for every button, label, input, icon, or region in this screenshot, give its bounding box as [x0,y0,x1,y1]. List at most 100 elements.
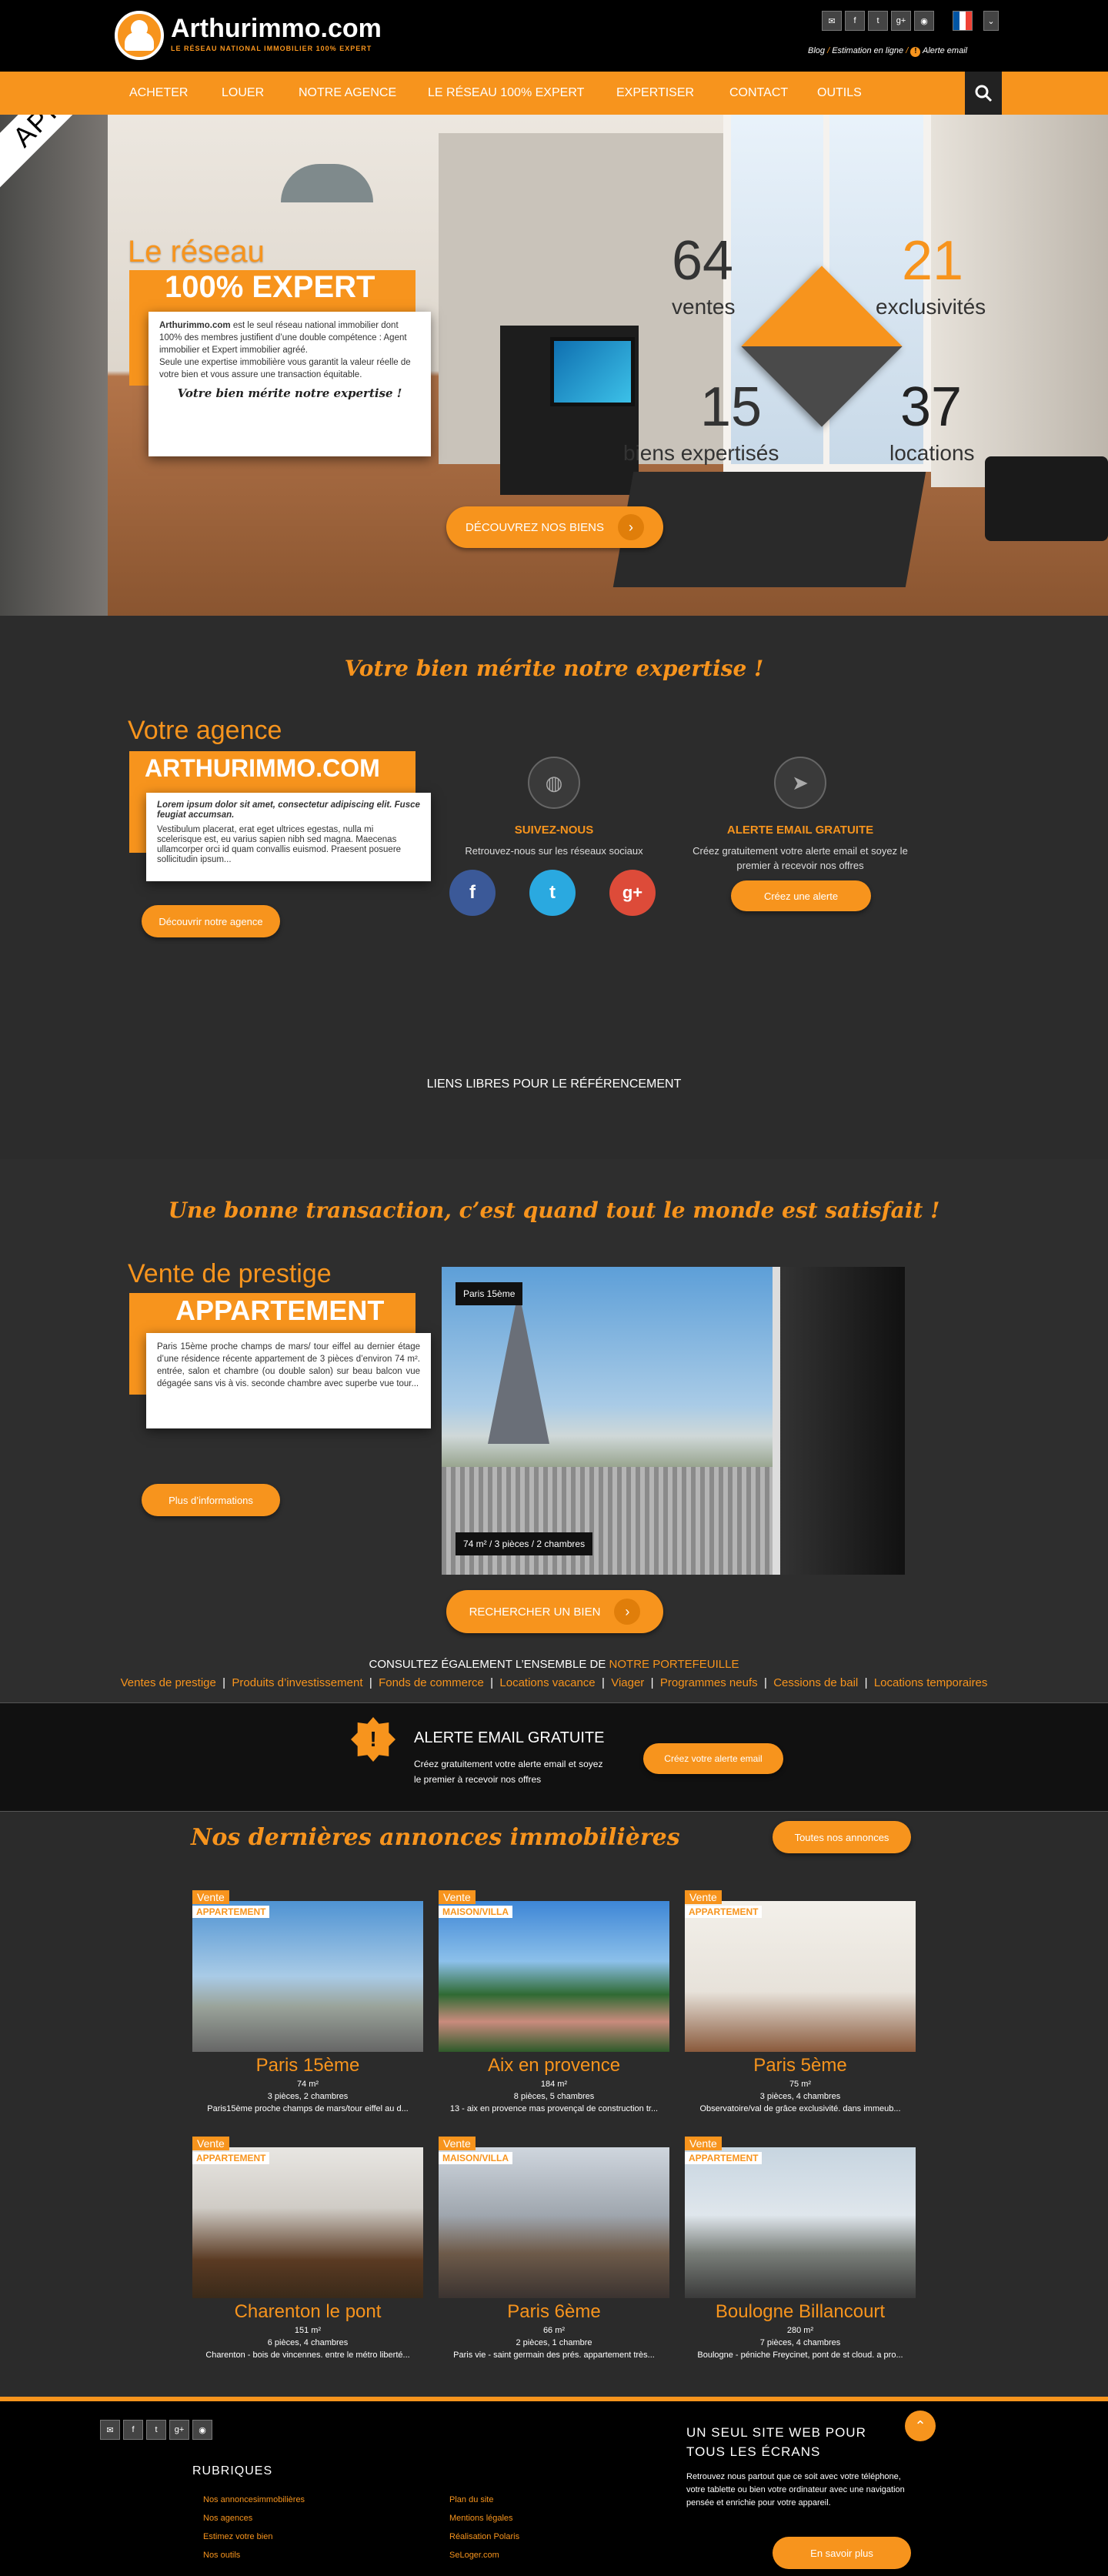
hero-tv-screen [550,337,635,406]
stat-ventes-label: ventes [672,295,736,319]
listing-vente-badge: Vente [439,2137,476,2150]
googleplus-icon[interactable]: g+ [891,11,911,31]
portfolio-link[interactable]: NOTRE PORTEFEUILLE [609,1658,739,1671]
link-ventes-prestige[interactable]: Ventes de prestige [121,1676,216,1689]
email-icon[interactable]: ✉ [822,11,842,31]
logo-text[interactable]: Arthurimmo.com [171,14,382,44]
nav-item-louer[interactable]: LOUER [222,86,264,100]
link-fonds-commerce[interactable]: Fonds de commerce [379,1676,484,1689]
listing-description: 13 - aix en provence mas provençal de co… [449,2104,659,2113]
photo-caption: 74 m² / 3 pièces / 2 chambres [456,1532,593,1555]
listing-city[interactable]: Paris 5ème [685,2055,916,2077]
listing-rooms: 8 pièces, 5 chambres [513,2092,595,2101]
listing-photo[interactable] [192,2147,423,2298]
footer-link-plan[interactable]: Plan du site [449,2491,519,2509]
link-produits-investissement[interactable]: Produits d’investissement [232,1676,362,1689]
window-frame [773,1267,905,1575]
link-locations-vacance[interactable]: Locations vacance [499,1676,595,1689]
nav-item-acheter[interactable]: ACHETER [129,86,188,100]
rss-icon[interactable]: ◉ [192,2420,212,2440]
rss-icon[interactable]: ◉ [914,11,934,31]
agency-tagline: Votre bien mérite notre expertise ! [344,656,764,681]
prestige-text-card: Paris 15ème proche champs de mars/ tour … [146,1333,431,1428]
search-icon[interactable] [965,72,1002,115]
googleplus-icon[interactable]: g+ [609,870,656,916]
listing-city[interactable]: Paris 15ème [192,2055,423,2077]
create-alert-button[interactable]: Créez une alerte [731,880,871,911]
footer-link-agences[interactable]: Nos agences [203,2509,305,2528]
listing-photo[interactable] [192,1901,423,2052]
more-info-button[interactable]: Plus d’informations [142,1484,280,1516]
french-flag-icon[interactable] [953,11,973,31]
seo-title[interactable]: LIENS LIBRES POUR LE RÉFÉRENCEMENT [0,1078,1108,1091]
facebook-icon[interactable]: f [123,2420,143,2440]
balcony-railing [442,1467,773,1575]
alert-email-link[interactable]: Alerte email [923,46,967,55]
footer-link-annonces[interactable]: Nos annoncesimmobilières [203,2491,305,2509]
footer-link-outils[interactable]: Nos outils [203,2546,305,2564]
link-cessions-bail[interactable]: Cessions de bail [773,1676,858,1689]
prestige-photo[interactable]: Paris 15ème 74 m² / 3 pièces / 2 chambre… [442,1267,905,1575]
chevron-down-icon[interactable]: ⌄ [983,11,999,31]
listing-city[interactable]: Aix en provence [439,2055,669,2077]
link-locations-temporaires[interactable]: Locations temporaires [874,1676,988,1689]
footer-link-realisation[interactable]: Réalisation Polaris [449,2528,519,2546]
listing-city[interactable]: Boulogne Billancourt [685,2301,916,2323]
listing-type-badge: APPARTEMENT [685,2152,763,2164]
discover-properties-button[interactable]: DÉCOUVREZ NOS BIENS › [446,506,663,548]
listings-title: Nos dernières annonces immobilières [191,1824,680,1851]
learn-more-button[interactable]: En savoir plus [773,2537,911,2569]
listing-card[interactable]: Vente APPARTEMENT Paris 5ème 75 m² 3 pièces,… [685,1890,916,2137]
logo-tagline: LE RÉSEAU NATIONAL IMMOBILIER 100% EXPER… [171,45,372,52]
nav-item-contact[interactable]: CONTACT [729,86,788,100]
search-property-button[interactable]: RECHERCHER UN BIEN › [446,1590,663,1633]
promo-text: Retrouvez nous partout que ce soit avec … [686,2472,905,2508]
footer-link-mentions[interactable]: Mentions légales [449,2509,519,2528]
footer-link-estimez[interactable]: Estimez votre bien [203,2528,305,2546]
listing-photo[interactable] [439,1901,669,2052]
listing-card[interactable]: Vente APPARTEMENT Paris 15ème 74 m² 3 pièces… [192,1890,423,2137]
promo-title: UN SEUL SITE WEB POUR TOUS LES ÉCRANS [686,2425,866,2459]
hero-title-big: 100% EXPERT [165,270,375,304]
twitter-icon[interactable]: t [868,11,888,31]
scroll-top-icon[interactable]: ⌃ [905,2411,936,2441]
listing-description: Boulogne - péniche Freycinet, pont de st… [697,2350,903,2360]
twitter-icon[interactable]: t [146,2420,166,2440]
listing-rooms: 3 pièces, 4 chambres [759,2092,841,2101]
agency-title-big: ARTHURIMMO.COM [145,754,380,782]
globe-icon: ◍ [528,757,580,809]
facebook-icon[interactable]: f [449,870,496,916]
listing-card[interactable]: Vente APPARTEMENT Boulogne Billancourt 280 … [685,2137,916,2383]
nav-item-reseau[interactable]: LE RÉSEAU 100% EXPERT [428,86,584,100]
email-icon[interactable]: ✉ [100,2420,120,2440]
facebook-icon[interactable]: f [845,11,865,31]
footer-link-seloger[interactable]: SeLoger.com [449,2546,519,2564]
nav-item-notre-agence[interactable]: NOTRE AGENCE [299,86,396,100]
twitter-icon[interactable]: t [529,870,576,916]
link-programmes-neufs[interactable]: Programmes neufs [660,1676,758,1689]
googleplus-icon[interactable]: g+ [169,2420,189,2440]
listing-photo[interactable] [685,1901,916,2052]
listing-city[interactable]: Paris 6ème [439,2301,669,2323]
nav-item-expertiser[interactable]: EXPERTISER [616,86,694,100]
nav-item-outils[interactable]: OUTILS [817,86,862,100]
listing-card[interactable]: Vente MAISON/VILLA Paris 6ème 66 m² 2 pièces… [439,2137,669,2383]
search-property-label: RECHERCHER UN BIEN [469,1605,601,1619]
blog-link[interactable]: Blog [808,46,825,55]
logo-icon[interactable] [115,11,164,60]
create-email-alert-button[interactable]: Créez votre alerte email [643,1743,783,1774]
link-viager[interactable]: Viager [611,1676,644,1689]
listing-rooms: 7 pièces, 4 chambres [759,2338,841,2347]
footer-col1: Nos annoncesimmobilières Nos agences Est… [203,2491,305,2564]
listing-photo[interactable] [685,2147,916,2298]
alert-text: Créez gratuitement votre alerte email et… [692,845,908,871]
estimation-link[interactable]: Estimation en ligne [832,46,903,55]
listing-description: Paris vie - saint germain des prés. appa… [453,2350,655,2360]
discover-agency-button[interactable]: Découvrir notre agence [142,905,280,937]
all-listings-button[interactable]: Toutes nos annonces [773,1821,911,1853]
listing-card[interactable]: Vente APPARTEMENT Charenton le pont 151 m² 6… [192,2137,423,2383]
discover-properties-label: DÉCOUVREZ NOS BIENS [465,520,605,534]
listing-card[interactable]: Vente MAISON/VILLA Aix en provence 184 m² 8 … [439,1890,669,2137]
listing-city[interactable]: Charenton le pont [192,2301,423,2323]
listing-photo[interactable] [439,2147,669,2298]
